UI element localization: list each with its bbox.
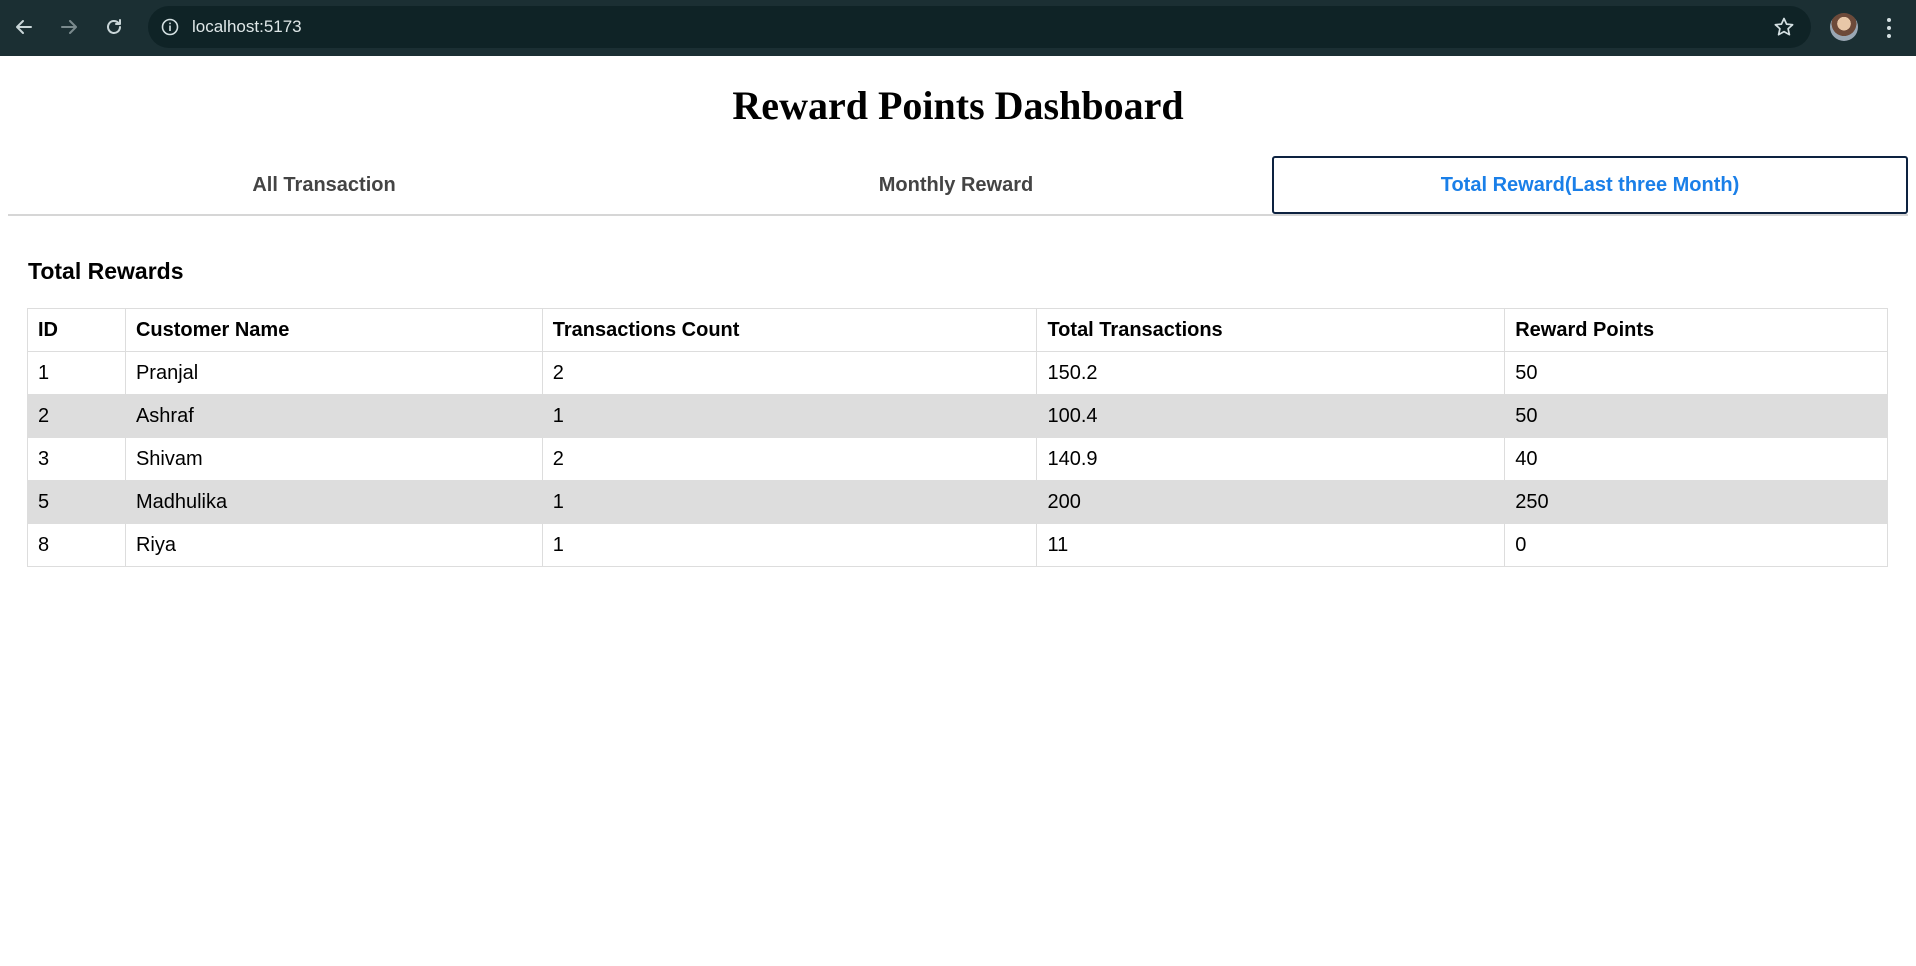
cell-id: 1 [27, 351, 126, 395]
cell-reward-points: 40 [1504, 437, 1888, 481]
cell-transactions-count: 1 [541, 394, 1038, 438]
browser-toolbar: localhost:5173 [0, 0, 1916, 56]
address-bar[interactable]: localhost:5173 [148, 6, 1811, 48]
column-header-customer-name: Customer Name [124, 308, 543, 352]
tab-bar: All Transaction Monthly Reward Total Rew… [8, 156, 1908, 216]
cell-total-transactions: 150.2 [1036, 351, 1506, 395]
reload-icon[interactable] [99, 12, 129, 42]
kebab-menu-icon[interactable] [1876, 13, 1902, 43]
forward-arrow-icon[interactable] [54, 12, 84, 42]
column-header-transactions-count: Transactions Count [541, 308, 1038, 352]
cell-total-transactions: 100.4 [1036, 394, 1506, 438]
cell-reward-points: 0 [1504, 523, 1888, 567]
column-header-id: ID [27, 308, 126, 352]
cell-total-transactions: 11 [1036, 523, 1506, 567]
cell-reward-points: 250 [1504, 480, 1888, 524]
cell-total-transactions: 140.9 [1036, 437, 1506, 481]
cell-transactions-count: 2 [541, 351, 1038, 395]
table-row: 1 Pranjal 2 150.2 50 [27, 351, 1888, 395]
cell-customer-name: Pranjal [124, 351, 543, 395]
cell-customer-name: Riya [124, 523, 543, 567]
cell-transactions-count: 1 [541, 480, 1038, 524]
tab-total-reward[interactable]: Total Reward(Last three Month) [1272, 156, 1908, 214]
cell-customer-name: Ashraf [124, 394, 543, 438]
table-header-row: ID Customer Name Transactions Count Tota… [27, 308, 1888, 352]
cell-customer-name: Shivam [124, 437, 543, 481]
tab-all-transaction[interactable]: All Transaction [8, 156, 640, 214]
avatar[interactable] [1830, 13, 1858, 41]
cell-transactions-count: 1 [541, 523, 1038, 567]
table-row: 3 Shivam 2 140.9 40 [27, 437, 1888, 481]
table-row: 2 Ashraf 1 100.4 50 [27, 394, 1888, 438]
cell-id: 3 [27, 437, 126, 481]
url-text[interactable]: localhost:5173 [192, 17, 302, 37]
info-icon[interactable] [156, 13, 184, 41]
cell-id: 8 [27, 523, 126, 567]
cell-id: 2 [27, 394, 126, 438]
cell-customer-name: Madhulika [124, 480, 543, 524]
column-header-total-transactions: Total Transactions [1036, 308, 1506, 352]
section-title: Total Rewards [28, 258, 184, 284]
cell-reward-points: 50 [1504, 394, 1888, 438]
page-title: Reward Points Dashboard [732, 83, 1184, 128]
back-arrow-icon[interactable] [9, 12, 39, 42]
star-icon[interactable] [1771, 14, 1797, 40]
cell-total-transactions: 200 [1036, 480, 1506, 524]
table-row: 5 Madhulika 1 200 250 [27, 480, 1888, 524]
cell-id: 5 [27, 480, 126, 524]
rewards-table: ID Customer Name Transactions Count Tota… [27, 308, 1888, 567]
cell-transactions-count: 2 [541, 437, 1038, 481]
column-header-reward-points: Reward Points [1504, 308, 1888, 352]
table-row: 8 Riya 1 11 0 [27, 523, 1888, 567]
cell-reward-points: 50 [1504, 351, 1888, 395]
tab-monthly-reward[interactable]: Monthly Reward [640, 156, 1272, 214]
